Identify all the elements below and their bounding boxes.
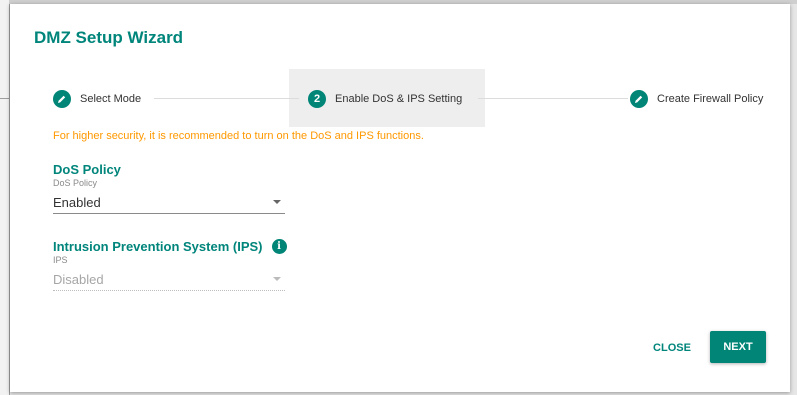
stepper-connector — [154, 98, 299, 99]
dos-policy-heading: DoS Policy — [53, 162, 121, 177]
close-button[interactable]: CLOSE — [646, 334, 698, 362]
ips-caption: IPS — [53, 255, 68, 265]
dialog-title: DMZ Setup Wizard — [34, 28, 184, 47]
dropdown-arrow-icon — [273, 200, 281, 204]
dos-policy-caption: DoS Policy — [53, 178, 98, 188]
pencil-icon — [630, 90, 648, 108]
step-enable-dos-ips[interactable]: 2 Enable DoS & IPS Setting — [308, 86, 462, 112]
info-icon[interactable]: i — [271, 239, 287, 254]
dmz-setup-dialog: DMZ Setup Wizard Select Mode 2 Enable Do… — [10, 4, 790, 392]
ips-value: Disabled — [53, 271, 104, 287]
security-notice: For higher security, it is recommended t… — [53, 130, 424, 142]
step-label: Create Firewall Policy — [657, 93, 764, 105]
pencil-icon — [53, 90, 71, 108]
dos-policy-select[interactable]: Enabled — [53, 191, 285, 214]
ips-heading: Intrusion Prevention System (IPS) — [53, 239, 263, 254]
ips-heading-row: Intrusion Prevention System (IPS) i — [53, 239, 313, 254]
next-button[interactable]: NEXT — [710, 331, 766, 363]
step-label: Select Mode — [80, 93, 142, 105]
step-number-badge: 2 — [308, 90, 326, 108]
step-create-firewall-policy[interactable]: Create Firewall Policy — [630, 86, 763, 112]
ips-field: Intrusion Prevention System (IPS) i IPS … — [53, 239, 313, 291]
stepper-connector — [478, 98, 628, 99]
dos-policy-value: Enabled — [53, 194, 101, 210]
ips-select: Disabled — [53, 268, 285, 291]
dropdown-arrow-icon — [273, 277, 281, 281]
step-label: Enable DoS & IPS Setting — [335, 93, 463, 105]
background-page-edge — [0, 0, 10, 395]
step-select-mode[interactable]: Select Mode — [53, 86, 141, 112]
dos-policy-field: DoS Policy DoS Policy Enabled — [53, 162, 285, 214]
